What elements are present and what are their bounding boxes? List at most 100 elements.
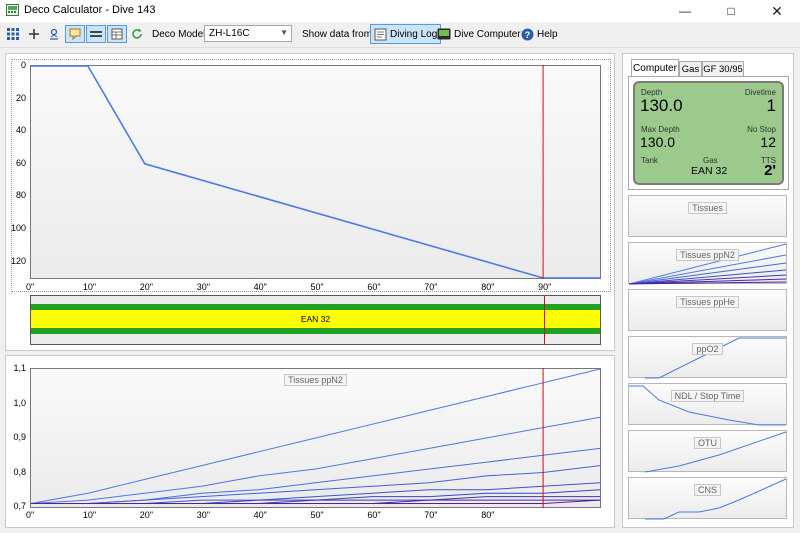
divetime-value: 1 (766, 96, 776, 115)
gas-band-ean32: EAN 32 (31, 310, 600, 328)
profile-series-0 (31, 65, 600, 279)
tissues-y-tick: 0,9 (13, 432, 26, 442)
tank-label: Tank (641, 156, 658, 165)
add-waypoint-button[interactable] (24, 25, 44, 43)
profile-y-tick: 60 (15, 157, 26, 168)
help-label: Help (537, 28, 558, 40)
grid-button[interactable] (3, 25, 23, 43)
lines-icon (90, 31, 102, 37)
profile-y-tick: 100 (10, 223, 26, 234)
tab-computer[interactable]: Computer (631, 59, 679, 76)
mini-chart-ndl-title: NDL / Stop Time (670, 390, 745, 402)
tissues-x-tick: 0" (26, 510, 35, 520)
help-button[interactable]: ? Help (518, 24, 561, 44)
tts-value: 2' (764, 162, 776, 179)
profile-x-tick: 30" (196, 282, 210, 292)
tissues-x-tick: 50" (310, 510, 324, 520)
tissues-x-tick: 30" (196, 510, 210, 520)
gas-label: Gas (703, 156, 718, 165)
mini-chart-tissues-ppn2[interactable]: Tissues ppN2 (628, 242, 787, 285)
mini-chart-otu[interactable]: OTU (628, 430, 787, 473)
tissue-series-0 (30, 368, 601, 504)
profile-x-tick: 10" (82, 282, 97, 292)
profile-x-tick: 20" (139, 282, 154, 292)
minimize-button[interactable]: — (662, 0, 708, 22)
mini-chart-otu-title: OTU (694, 437, 721, 449)
tab-gf[interactable]: GF 30/95 (702, 61, 744, 76)
chevron-down-icon: ▼ (280, 28, 288, 37)
diver-icon (50, 28, 58, 40)
dive-computer-label: Dive Computer (454, 28, 521, 40)
profile-y-tick: 0 (20, 60, 26, 70)
logbook-icon (374, 28, 387, 40)
tissues-x-tick: 60" (367, 510, 381, 520)
tissues-x-tick: 40" (253, 510, 267, 520)
no-stop-label: No Stop (747, 125, 776, 134)
gas-strip[interactable]: EAN 32 (30, 295, 601, 345)
depth-value: 130.0 (640, 96, 683, 115)
tissues-y-tick: 1,1 (13, 363, 26, 373)
dive-computer-icon (437, 28, 451, 40)
comment-toggle[interactable] (65, 25, 85, 43)
diving-log-button[interactable]: Diving Log (370, 24, 442, 44)
profile-x-tick: 80" (481, 282, 495, 292)
tissues-x-tick: 10" (82, 510, 97, 520)
profile-y-tick: 40 (15, 125, 26, 136)
mini-chart-ndl[interactable]: NDL / Stop Time (628, 383, 787, 426)
app-icon (6, 4, 19, 16)
profile-y-tick: 20 (15, 92, 26, 103)
comment-icon (69, 28, 81, 40)
profile-plot[interactable] (30, 65, 601, 279)
tissues-chart-title: Tissues ppN2 (284, 374, 347, 386)
diver-button[interactable] (44, 25, 64, 43)
mini-chart-tissues[interactable]: Tissues (628, 195, 787, 237)
refresh-button[interactable] (127, 25, 147, 43)
deco-model-label: Deco Model: (152, 29, 209, 40)
title-bar: Deco Calculator - Dive 143 — □ ✕ (0, 0, 800, 22)
table-toggle[interactable] (107, 25, 127, 43)
tissues-plot[interactable]: Tissues ppN2 (30, 368, 601, 508)
mini-chart-pphe-title: Tissues ppHe (676, 296, 739, 308)
tissues-title-wrap: Tissues ppN2 (31, 374, 600, 386)
tissues-x-tick: 80" (481, 510, 495, 520)
computer-display: Depth 130.0 Divetime 1 Max Depth 130.0 N… (633, 81, 784, 185)
window-title: Deco Calculator - Dive 143 (24, 4, 156, 16)
help-icon: ? (521, 28, 534, 40)
tissues-x-tick: 20" (139, 510, 154, 520)
line-toggle[interactable] (86, 25, 106, 43)
table-icon (111, 28, 123, 40)
max-depth-label: Max Depth (641, 125, 680, 134)
tissues-y-tick: 0,7 (13, 501, 26, 511)
tissues-y-tick: 0,8 (13, 466, 26, 477)
maximize-button[interactable]: □ (708, 0, 754, 22)
profile-x-tick: 40" (253, 282, 267, 292)
profile-x-tick: 50" (310, 282, 324, 292)
refresh-icon (132, 28, 142, 39)
tab-gas[interactable]: Gas (679, 61, 702, 76)
tissues-chart (30, 368, 601, 508)
dive-computer-button[interactable]: Dive Computer (434, 24, 524, 44)
svg-text:?: ? (525, 30, 531, 40)
plus-icon (29, 29, 39, 39)
mini-chart-cns-title: CNS (693, 484, 721, 496)
gas-value: EAN 32 (691, 165, 728, 177)
gas-band-label: EAN 32 (300, 314, 331, 324)
show-data-label: Show data from: (302, 29, 375, 40)
no-stop-value: 12 (760, 134, 776, 150)
grid-icon (7, 28, 19, 40)
max-depth-value: 130.0 (640, 134, 676, 150)
toolbar: Deco Model: ZH-L16C ▼ Show data from: Di… (0, 22, 800, 48)
deco-model-select[interactable]: ZH-L16C ▼ (204, 25, 292, 42)
mini-chart-ppo2[interactable]: ppO2 (628, 336, 787, 379)
profile-y-tick: 120 (10, 255, 26, 266)
mini-chart-tissues-pphe[interactable]: Tissues ppHe (628, 289, 787, 331)
close-button[interactable]: ✕ (754, 0, 800, 22)
tissues-x-tick: 70" (424, 510, 438, 520)
profile-chart (31, 65, 600, 279)
gas-time-marker (544, 296, 545, 344)
profile-x-tick: 70" (424, 282, 438, 292)
mini-chart-ppn2-title: Tissues ppN2 (676, 249, 739, 261)
tissue-series-2 (31, 447, 601, 504)
profile-x-tick: 90" (538, 282, 552, 292)
mini-chart-cns[interactable]: CNS (628, 477, 787, 520)
